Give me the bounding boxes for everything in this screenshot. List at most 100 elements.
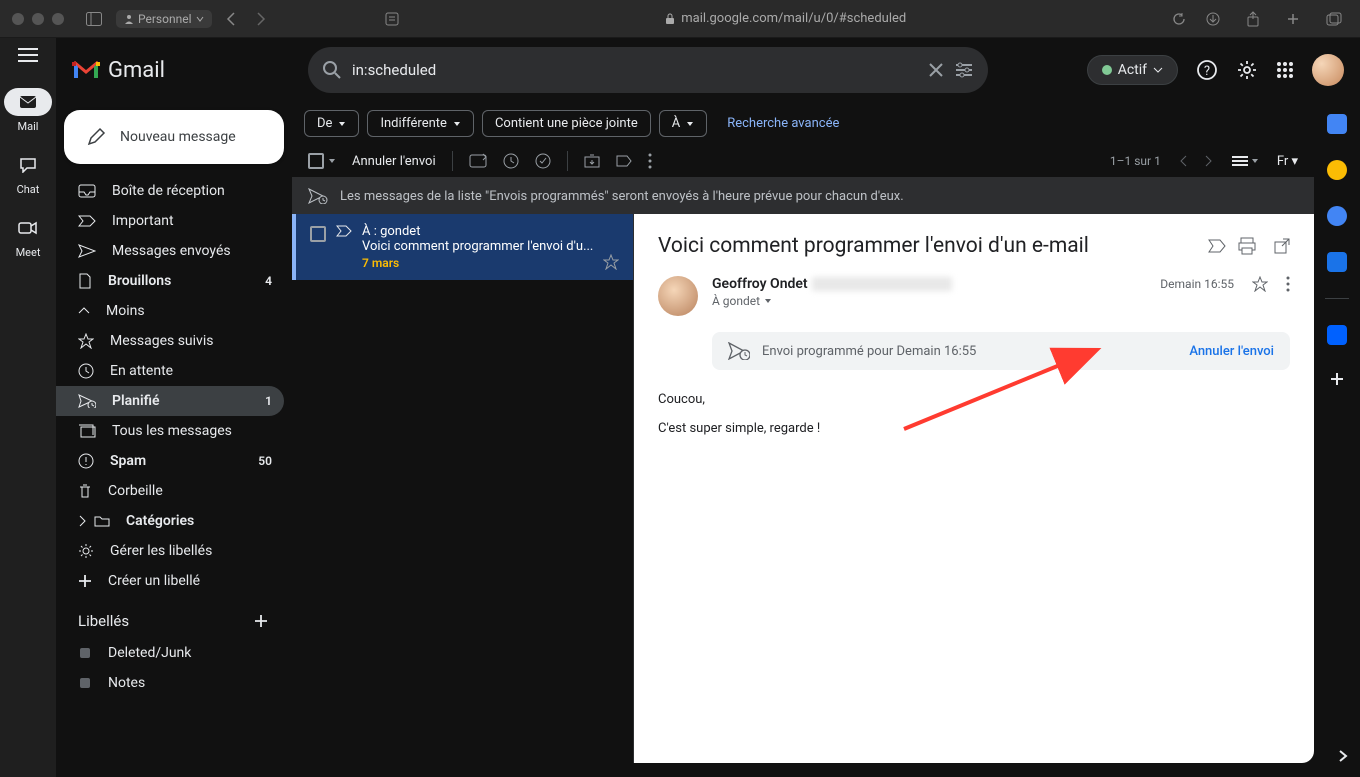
nav-manage-labels[interactable]: Gérer les libellés — [56, 536, 284, 566]
important-marker-icon[interactable] — [1208, 239, 1226, 253]
nav-sent[interactable]: Messages envoyés — [56, 236, 284, 266]
print-icon[interactable] — [1238, 237, 1256, 255]
contacts-addon-icon[interactable] — [1327, 252, 1347, 272]
tabs-icon[interactable] — [1320, 9, 1348, 29]
sent-icon — [78, 244, 96, 258]
collapse-rail-icon[interactable] — [1338, 749, 1348, 763]
label-action-icon[interactable] — [616, 155, 632, 167]
nav-label: Planifié — [112, 393, 160, 409]
nav-all[interactable]: Tous les messages — [56, 416, 284, 446]
reader-title: Voici comment programmer l'envoi d'un e-… — [658, 234, 1196, 258]
new-tab-icon[interactable] — [1280, 9, 1306, 29]
sender-avatar[interactable] — [658, 276, 698, 316]
help-icon[interactable]: ? — [1196, 59, 1218, 81]
filter-to[interactable]: À — [659, 110, 707, 137]
move-to-inbox-icon[interactable] — [469, 153, 487, 169]
nav-spam[interactable]: Spam50 — [56, 446, 284, 476]
nav-label: En attente — [110, 363, 173, 379]
nav-snoozed[interactable]: En attente — [56, 356, 284, 386]
popout-icon[interactable] — [1274, 237, 1290, 255]
select-all[interactable] — [308, 153, 336, 169]
more-icon[interactable] — [648, 153, 652, 169]
rail-mail[interactable]: Mail — [4, 88, 52, 133]
search-icon — [322, 60, 342, 80]
menu-icon[interactable] — [18, 48, 38, 62]
reader-icon[interactable] — [378, 9, 406, 29]
close-window[interactable] — [12, 13, 24, 25]
nav-inbox[interactable]: Boîte de réception — [56, 176, 284, 206]
star-icon[interactable] — [603, 254, 619, 270]
rail-meet[interactable]: Meet — [4, 214, 52, 259]
banner-text: Les messages de la liste "Envois program… — [340, 189, 904, 204]
account-avatar[interactable] — [1312, 54, 1344, 86]
more-icon[interactable] — [1286, 276, 1290, 292]
gmail-logo-icon — [72, 59, 100, 81]
nav-trash[interactable]: Corbeille — [56, 476, 284, 506]
forward-button[interactable] — [250, 10, 272, 28]
next-page-icon[interactable] — [1205, 155, 1213, 167]
nav-label: Messages suivis — [110, 333, 213, 349]
filter-attachment[interactable]: Contient une pièce jointe — [482, 110, 651, 137]
nav-less[interactable]: Moins — [56, 296, 284, 326]
message-checkbox[interactable] — [310, 226, 326, 242]
tasks-addon-icon[interactable] — [1327, 206, 1347, 226]
clear-search-icon[interactable] — [928, 62, 944, 78]
filter-from[interactable]: De — [304, 110, 359, 137]
chevron-down-icon — [764, 298, 772, 304]
nav-drafts[interactable]: Brouillons4 — [56, 266, 284, 296]
label-deleted-junk[interactable]: Deleted/Junk — [56, 638, 284, 668]
browser-toolbar: Personnel mail.google.com/mail/u/0/#sche… — [0, 0, 1360, 38]
settings-icon[interactable] — [1236, 59, 1258, 81]
add-label-icon[interactable] — [254, 614, 268, 628]
keep-addon-icon[interactable] — [1327, 160, 1347, 180]
nav-create-label[interactable]: Créer un libellé — [56, 566, 284, 596]
cancel-send-link[interactable]: Annuler l'envoi — [1189, 344, 1274, 359]
apps-icon[interactable] — [1276, 61, 1294, 79]
star-icon[interactable] — [1252, 276, 1268, 292]
label-notes[interactable]: Notes — [56, 668, 284, 698]
gear-icon — [78, 543, 94, 559]
message-item[interactable]: À : gondet Voici comment programmer l'en… — [292, 214, 633, 280]
sidebar-toggle-icon[interactable] — [80, 10, 108, 28]
reload-icon[interactable] — [1166, 10, 1192, 28]
message-list: À : gondet Voici comment programmer l'en… — [292, 214, 634, 763]
nav-label: Brouillons — [108, 273, 171, 289]
message-body: Coucou, C'est super simple, regarde ! — [658, 386, 1290, 443]
input-tools-icon[interactable]: Fr ▾ — [1277, 154, 1298, 169]
search-input[interactable] — [352, 61, 918, 79]
nav-important[interactable]: Important — [56, 206, 284, 236]
cancel-send-button[interactable]: Annuler l'envoi — [352, 154, 436, 169]
status-dot-icon — [1102, 65, 1112, 75]
search-bar[interactable] — [308, 47, 988, 93]
minimize-window[interactable] — [32, 13, 44, 25]
rail-chat[interactable]: Chat — [4, 151, 52, 196]
tasks-icon[interactable] — [535, 153, 551, 169]
app-header: Gmail Actif ? — [56, 38, 1360, 102]
back-button[interactable] — [220, 10, 242, 28]
snooze-icon[interactable] — [503, 153, 519, 169]
gmail-logo[interactable]: Gmail — [72, 58, 292, 83]
download-icon[interactable] — [1200, 9, 1226, 29]
prev-page-icon[interactable] — [1179, 155, 1187, 167]
dropbox-addon-icon[interactable] — [1327, 325, 1347, 345]
maximize-window[interactable] — [52, 13, 64, 25]
browser-profile[interactable]: Personnel — [116, 10, 212, 28]
move-icon[interactable] — [584, 154, 600, 168]
nav-scheduled[interactable]: Planifié1 — [56, 386, 284, 416]
advanced-search-link[interactable]: Recherche avancée — [727, 116, 839, 131]
important-marker-icon[interactable] — [336, 225, 352, 270]
nav-categories[interactable]: Catégories — [56, 506, 284, 536]
chevron-down-icon — [1153, 67, 1163, 73]
status-pill[interactable]: Actif — [1087, 55, 1178, 85]
share-icon[interactable] — [1240, 9, 1266, 29]
filter-bar: De Indifférente Contient une pièce joint… — [292, 102, 1314, 145]
nav-starred[interactable]: Messages suivis — [56, 326, 284, 356]
recipient-dropdown[interactable]: À gondet — [712, 294, 1146, 308]
search-options-icon[interactable] — [954, 62, 974, 78]
add-addon-icon[interactable] — [1329, 371, 1345, 387]
filter-date[interactable]: Indifférente — [367, 110, 474, 137]
compose-button[interactable]: Nouveau message — [64, 110, 284, 164]
url-bar[interactable]: mail.google.com/mail/u/0/#scheduled — [414, 11, 1159, 26]
split-toggle-icon[interactable] — [1231, 155, 1259, 167]
calendar-addon-icon[interactable] — [1327, 114, 1347, 134]
